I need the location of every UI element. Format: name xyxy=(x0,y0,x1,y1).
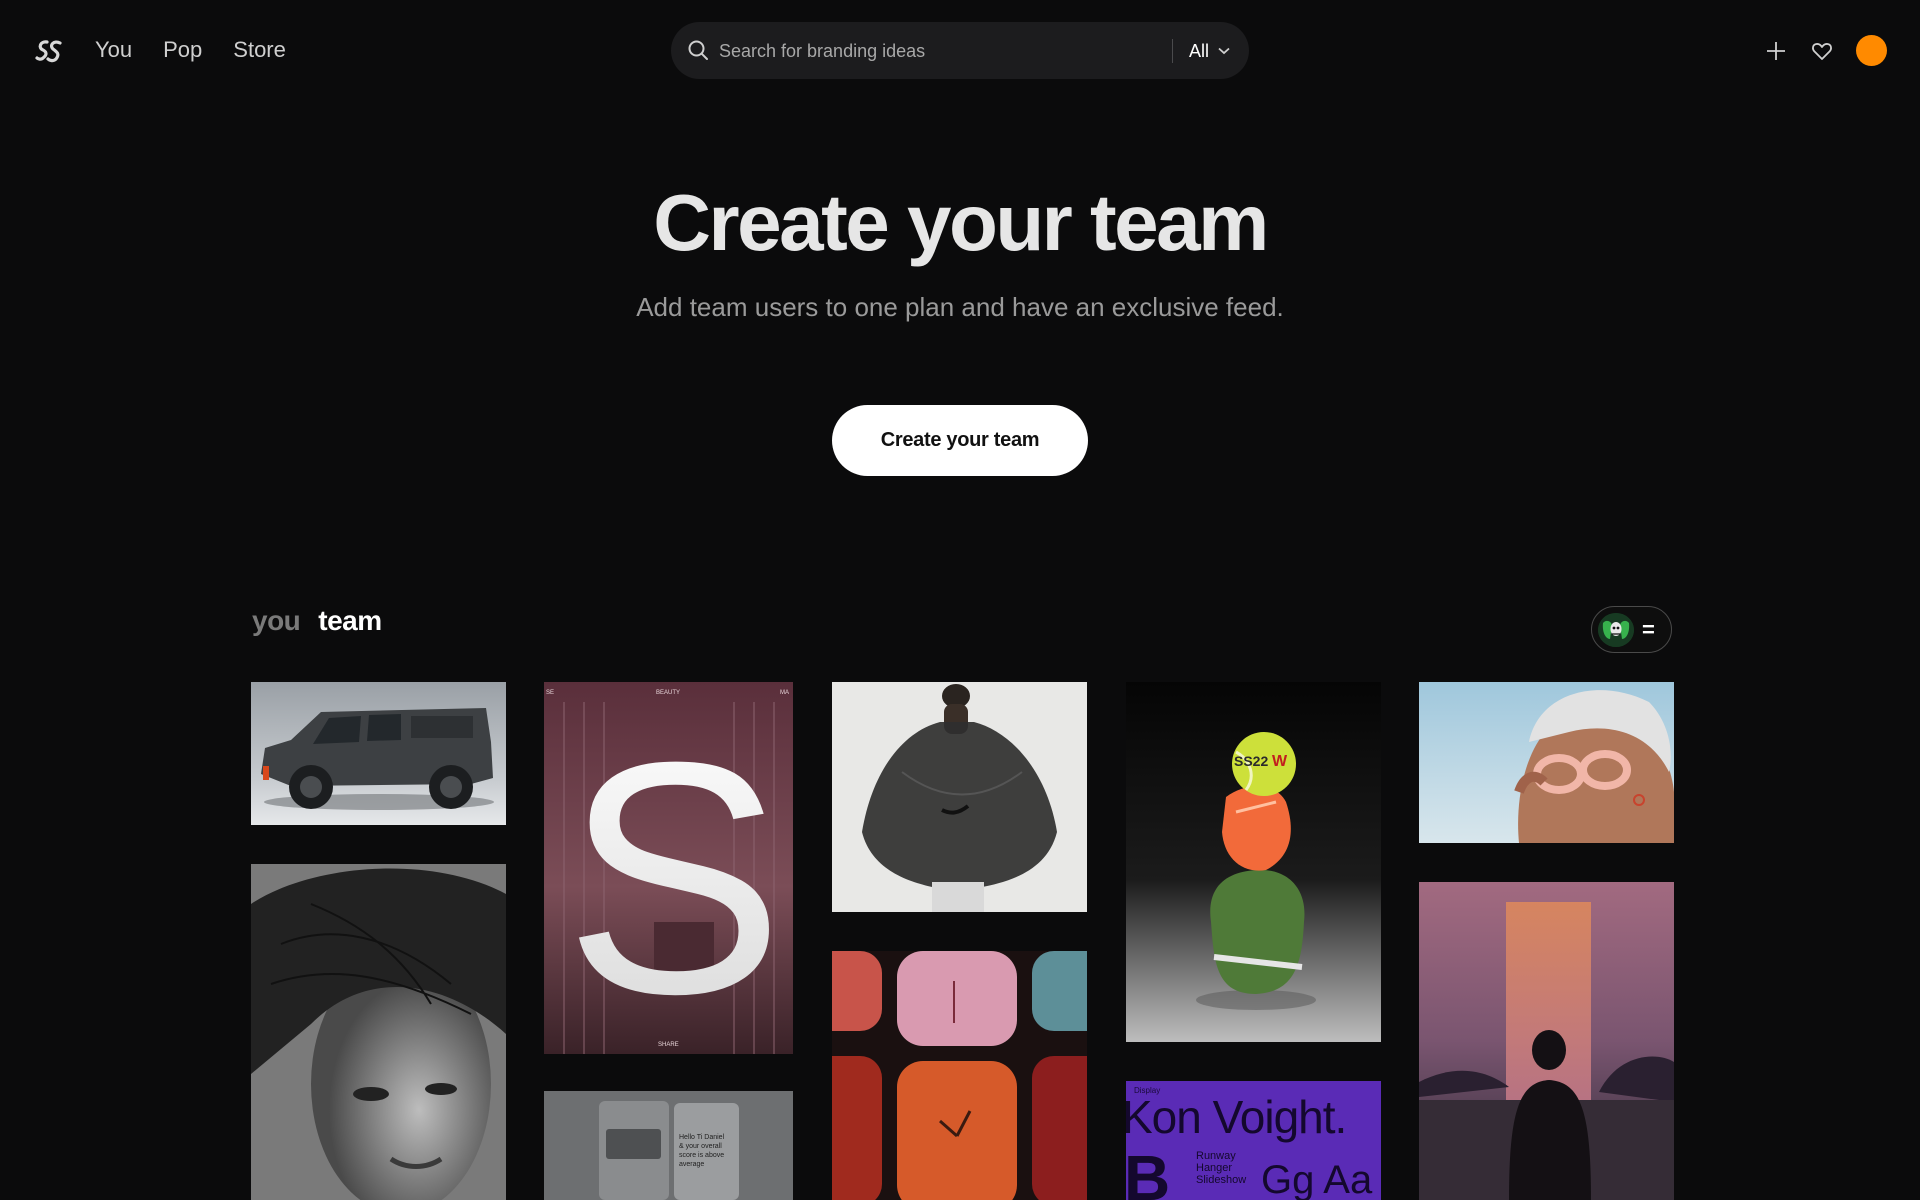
nav-you[interactable]: You xyxy=(95,36,132,64)
specimen-line-3: Slideshow xyxy=(1196,1174,1246,1186)
feed-tile-app-screen[interactable]: Hello Ti Daniel & your overall score is … xyxy=(544,1091,793,1200)
search-filter-dropdown[interactable]: All xyxy=(1189,37,1230,65)
ball-text: SS22 xyxy=(1234,753,1268,769)
feed-tile-woman-sunglasses[interactable] xyxy=(1419,682,1674,843)
feed-tile-silhouette[interactable] xyxy=(1419,882,1674,1200)
logo-icon[interactable] xyxy=(34,36,64,66)
search-divider xyxy=(1172,39,1173,63)
specimen-line-2: Hanger xyxy=(1196,1162,1232,1174)
tab-you[interactable]: you xyxy=(252,605,301,637)
feed-tile-stacked-objects[interactable]: SS22 W xyxy=(1126,682,1381,1042)
search-icon xyxy=(686,38,711,63)
main-nav: You Pop Store xyxy=(95,36,286,64)
nav-store[interactable]: Store xyxy=(233,36,286,64)
chevron-down-icon xyxy=(1218,42,1230,60)
app-text-2: & your overall xyxy=(679,1143,722,1150)
plus-icon[interactable] xyxy=(1764,39,1788,63)
search-input[interactable] xyxy=(719,36,1129,66)
create-team-button[interactable]: Create your team xyxy=(832,405,1088,476)
top-bar: You Pop Store All xyxy=(0,0,1920,100)
poster-top-left-text: SE xyxy=(546,690,554,696)
specimen-big-letter: B xyxy=(1126,1142,1170,1200)
avatar[interactable] xyxy=(1856,35,1887,66)
feed-tile-jacket[interactable] xyxy=(832,682,1087,912)
app-text-1: Hello Ti Daniel xyxy=(679,1134,725,1141)
specimen-glyphs: Gg Aa xyxy=(1261,1158,1373,1200)
specimen-headline: Kon Voight. xyxy=(1126,1091,1346,1143)
svg-text:W: W xyxy=(1272,753,1288,770)
switch-label: = xyxy=(1642,616,1655,642)
specimen-line-1: Runway xyxy=(1196,1150,1236,1162)
search-bar: All xyxy=(671,22,1249,79)
poster-letter: S xyxy=(564,693,784,1054)
feed-tabs: you team xyxy=(252,605,382,637)
feed-tile-portrait[interactable] xyxy=(251,864,506,1200)
feed-tile-watches[interactable] xyxy=(832,951,1087,1200)
filter-label: All xyxy=(1189,40,1210,61)
header-actions xyxy=(1764,35,1887,66)
feed-tile-type-specimen[interactable]: Display Kon Voight. B Runway Hanger Slid… xyxy=(1126,1081,1381,1200)
feed-tile-car[interactable] xyxy=(251,682,506,825)
heart-icon[interactable] xyxy=(1810,39,1834,63)
team-switcher[interactable]: = xyxy=(1591,606,1672,653)
team-mascot-icon xyxy=(1598,612,1634,647)
page-subtitle: Add team users to one plan and have an e… xyxy=(636,292,1284,322)
tab-team[interactable]: team xyxy=(318,605,382,637)
app-text-3: score is above xyxy=(679,1152,724,1159)
feed-tile-s-poster[interactable]: SE BEAUTY MA SHARE S xyxy=(544,682,793,1054)
page-title: Create your team xyxy=(653,178,1269,267)
app-text-4: average xyxy=(679,1161,704,1168)
nav-pop[interactable]: Pop xyxy=(163,36,202,64)
